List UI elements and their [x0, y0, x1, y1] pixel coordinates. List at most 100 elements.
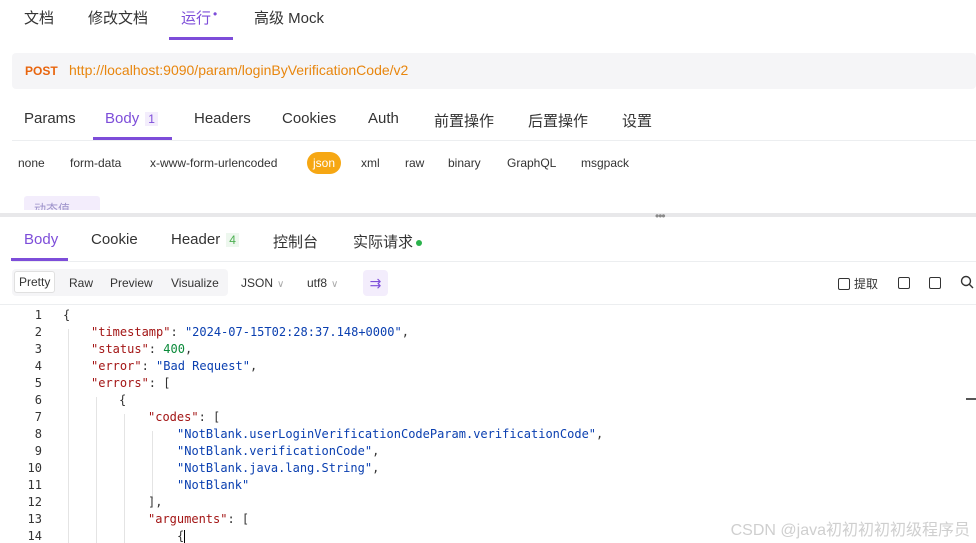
tab-edit-docs[interactable]: 修改文档 — [88, 7, 148, 28]
scrollbar-marker[interactable] — [966, 398, 976, 400]
body-type-xml[interactable]: xml — [361, 156, 380, 170]
active-tab-underline — [169, 37, 233, 40]
json-punct: { — [177, 529, 184, 543]
tab-run[interactable]: 运行• — [181, 7, 217, 28]
line-number: 13 — [0, 512, 42, 526]
request-url[interactable]: http://localhost:9090/param/loginByVerif… — [69, 62, 408, 78]
word-wrap-icon[interactable]: ⇉ — [363, 270, 388, 296]
code-text: "NotBlank.verificationCode", — [177, 444, 379, 458]
text-cursor — [184, 530, 185, 543]
tab-actual-request-label: 实际请求 — [353, 234, 413, 251]
tab-advanced-mock[interactable]: 高级 Mock — [254, 7, 324, 28]
json-string: "NotBlank.userLoginVerificationCodeParam… — [177, 427, 596, 441]
encoding-select[interactable]: utf8 ∨ — [307, 276, 338, 290]
json-key: "arguments" — [148, 512, 227, 526]
line-number: 1 — [0, 308, 42, 322]
json-punct: : [ — [199, 410, 221, 424]
body-type-raw[interactable]: raw — [405, 156, 424, 170]
code-text: "codes": [ — [148, 410, 220, 424]
divider — [12, 261, 976, 262]
line-number: 8 — [0, 427, 42, 441]
chevron-down-icon: ∨ — [331, 279, 338, 290]
format-value: JSON — [241, 276, 273, 290]
json-string: "NotBlank" — [177, 478, 249, 492]
body-type-binary[interactable]: binary — [448, 156, 481, 170]
search-button[interactable] — [960, 275, 974, 292]
json-key: "errors" — [91, 376, 149, 390]
tab-headers[interactable]: Headers — [194, 110, 251, 127]
header-count-badge: 4 — [226, 233, 239, 247]
view-pretty[interactable]: Pretty — [14, 271, 55, 293]
json-string: "2024-07-15T02:28:37.148+0000" — [185, 325, 402, 339]
line-number: 10 — [0, 461, 42, 475]
divider — [12, 140, 976, 141]
body-type-urlencoded[interactable]: x-www-form-urlencoded — [150, 156, 277, 170]
tab-response-header-label: Header — [171, 231, 220, 248]
indent-guide — [96, 397, 97, 543]
view-raw[interactable]: Raw — [65, 274, 97, 292]
json-string: "Bad Request" — [156, 359, 250, 373]
indent-guide — [152, 431, 153, 499]
line-number: 7 — [0, 410, 42, 424]
dynamic-value-button[interactable]: 动态值 — [24, 196, 100, 210]
unsaved-dot: • — [213, 7, 217, 21]
copy-button[interactable] — [929, 275, 945, 290]
code-text: "status": 400, — [91, 342, 192, 356]
save-icon — [898, 277, 910, 289]
line-number: 2 — [0, 325, 42, 339]
body-type-graphql[interactable]: GraphQL — [507, 156, 556, 170]
tab-actual-request[interactable]: 实际请求 — [353, 231, 422, 252]
extract-icon — [838, 278, 850, 290]
body-type-json[interactable]: json — [307, 152, 341, 174]
view-visualize[interactable]: Visualize — [167, 274, 223, 292]
tab-post-request[interactable]: 后置操作 — [528, 110, 588, 131]
line-number: 6 — [0, 393, 42, 407]
url-bar[interactable]: POST http://localhost:9090/param/loginBy… — [12, 53, 976, 89]
tab-auth[interactable]: Auth — [368, 110, 399, 127]
view-mode-tabs: Pretty Raw Preview Visualize — [12, 269, 228, 296]
tab-settings[interactable]: 设置 — [622, 110, 652, 131]
http-method[interactable]: POST — [25, 64, 58, 78]
tab-body[interactable]: Body1 — [105, 110, 158, 127]
view-preview[interactable]: Preview — [106, 274, 157, 292]
tab-response-body[interactable]: Body — [24, 231, 58, 248]
code-text: "NotBlank.java.lang.String", — [177, 461, 379, 475]
tab-pre-request[interactable]: 前置操作 — [434, 110, 494, 131]
search-icon — [960, 275, 974, 289]
extract-label: 提取 — [854, 277, 878, 291]
extract-button[interactable]: 提取 — [838, 275, 878, 292]
line-number: 3 — [0, 342, 42, 356]
response-code-viewer[interactable]: 1 { 2 "timestamp": "2024-07-15T02:28:37.14… — [0, 304, 976, 543]
code-text: "errors": [ — [91, 376, 170, 390]
body-type-none[interactable]: none — [18, 156, 45, 170]
code-text: "timestamp": "2024-07-15T02:28:37.148+00… — [91, 325, 409, 339]
body-type-form-data[interactable]: form-data — [70, 156, 121, 170]
tab-response-header[interactable]: Header 4 — [171, 231, 239, 248]
line-number: 11 — [0, 478, 42, 492]
json-key: "error" — [91, 359, 142, 373]
chevron-down-icon: ∨ — [277, 279, 284, 290]
copy-icon — [929, 277, 941, 289]
code-text: { — [177, 529, 185, 543]
tab-console[interactable]: 控制台 — [273, 231, 318, 252]
encoding-value: utf8 — [307, 276, 327, 290]
tab-cookies[interactable]: Cookies — [282, 110, 336, 127]
json-punct: : [ — [227, 512, 249, 526]
watermark: CSDN @java初初初初初级程序员 — [731, 516, 970, 540]
tab-run-label: 运行 — [181, 10, 211, 27]
body-type-msgpack[interactable]: msgpack — [581, 156, 629, 170]
tab-response-cookie[interactable]: Cookie — [91, 231, 138, 248]
line-number: 14 — [0, 529, 42, 543]
indent-guide — [124, 414, 125, 543]
top-tab-bar: 文档 修改文档 运行• 高级 Mock — [0, 0, 976, 40]
code-text: { — [119, 393, 126, 407]
format-select[interactable]: JSON ∨ — [241, 276, 284, 290]
json-key: "timestamp" — [91, 325, 170, 339]
tab-docs[interactable]: 文档 — [24, 7, 54, 28]
tab-params[interactable]: Params — [24, 110, 76, 127]
line-number: 5 — [0, 376, 42, 390]
panel-splitter[interactable] — [0, 213, 976, 217]
splitter-grip-icon[interactable]: ••• — [655, 209, 665, 223]
save-response-button[interactable] — [898, 275, 914, 290]
code-text: "arguments": [ — [148, 512, 249, 526]
